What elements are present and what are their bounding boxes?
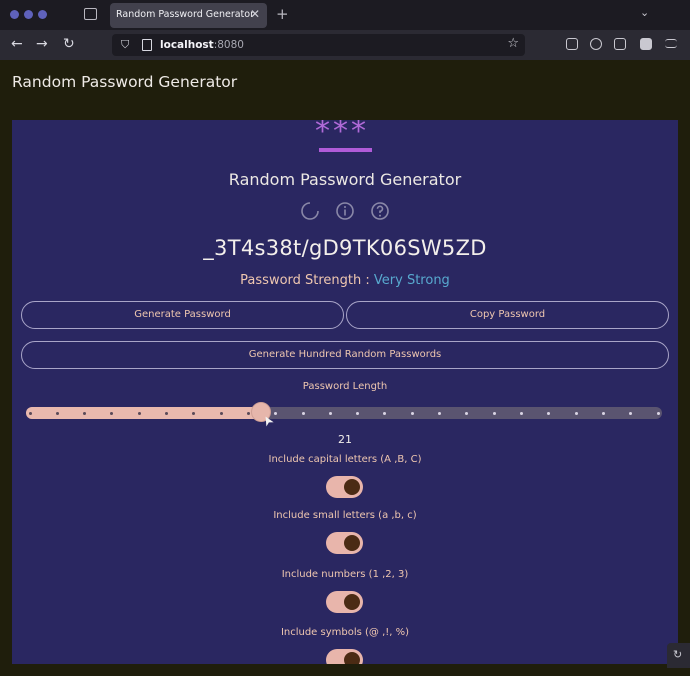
slider-tick: [465, 411, 469, 415]
reload-icon[interactable]: ↻: [63, 36, 75, 52]
password-strength: Password Strength : Very Strong: [12, 273, 678, 288]
browser-tab[interactable]: Random Password Generator ✕: [110, 3, 267, 28]
profile-icon[interactable]: [640, 38, 652, 50]
generate-password-button[interactable]: Generate Password: [21, 301, 344, 329]
browser-nav-bar: ← → ↻ ⛉ localhost:8080 ☆: [0, 30, 690, 60]
forward-icon[interactable]: →: [36, 36, 48, 52]
slider-tick: [574, 411, 578, 415]
toggle-knob: [344, 594, 360, 610]
close-icon[interactable]: ✕: [250, 7, 260, 21]
url-host: localhost: [160, 39, 214, 51]
window-maximize-dot[interactable]: [38, 10, 47, 19]
tab-groups-icon[interactable]: [84, 8, 97, 20]
browser-tab-strip: Random Password Generator ✕ + ⌄: [0, 0, 690, 30]
slider-tick: [137, 411, 141, 415]
history-icon: ↻: [673, 648, 683, 661]
slider-tick: [165, 411, 169, 415]
length-slider-fill: [26, 407, 261, 419]
url-bar[interactable]: ⛉ localhost:8080 ☆: [112, 34, 525, 56]
app-header: Random Password Generator: [0, 60, 690, 108]
slider-tick: [55, 411, 59, 415]
extensions-icon[interactable]: [614, 38, 626, 50]
new-tab-icon[interactable]: +: [276, 5, 289, 23]
length-slider[interactable]: [26, 407, 662, 419]
slider-tick: [438, 411, 442, 415]
toggle-knob: [344, 479, 360, 495]
option-symbols-toggle[interactable]: [326, 649, 363, 664]
strength-value: Very Strong: [373, 273, 450, 288]
card-title: Random Password Generator: [228, 170, 462, 189]
help-icon[interactable]: [370, 201, 390, 221]
slider-tick: [410, 411, 414, 415]
slider-tick: [192, 411, 196, 415]
slider-tick: [629, 411, 633, 415]
slider-tick: [356, 411, 360, 415]
slider-tick: [219, 411, 223, 415]
menu-icon[interactable]: [665, 39, 677, 48]
slider-tick: [83, 411, 87, 415]
option-symbols-label: Include symbols (@ ,!, %): [280, 627, 410, 638]
slider-tick: [601, 411, 605, 415]
toggle-knob: [344, 652, 360, 664]
url-port: :8080: [213, 39, 244, 51]
chevron-down-icon[interactable]: ⌄: [640, 6, 649, 19]
slider-tick: [656, 411, 660, 415]
window-controls[interactable]: [10, 10, 47, 19]
password-length-value: 21: [338, 433, 352, 446]
info-icon[interactable]: [335, 201, 355, 221]
slider-tick: [246, 411, 250, 415]
slider-tick: [28, 411, 32, 415]
password-length-label: Password Length: [302, 381, 388, 392]
option-small-toggle[interactable]: [326, 532, 363, 554]
corner-history-button[interactable]: ↻: [667, 643, 690, 668]
option-capital-label: Include capital letters (A ,B, C): [268, 454, 422, 465]
tab-title: Random Password Generator: [116, 9, 254, 20]
page-icon: [142, 39, 152, 51]
slider-tick: [492, 411, 496, 415]
option-numbers-toggle[interactable]: [326, 591, 363, 613]
option-numbers-label: Include numbers (1 ,2, 3): [281, 569, 409, 580]
logo-stars: ***: [315, 120, 369, 149]
window-minimize-dot[interactable]: [24, 10, 33, 19]
pocket-icon[interactable]: [566, 38, 578, 50]
logo-underline: [319, 148, 372, 152]
generated-password: _3T4s38t/gD9TK06SW5ZD: [203, 236, 487, 260]
url-text[interactable]: localhost:8080: [160, 39, 244, 51]
window-close-dot[interactable]: [10, 10, 19, 19]
slider-tick: [383, 411, 387, 415]
slider-tick: [274, 411, 278, 415]
option-capital-toggle[interactable]: [326, 476, 363, 498]
back-icon[interactable]: ←: [11, 36, 23, 52]
generator-card: *** Random Password Generator _3T4s38t/g…: [12, 120, 678, 664]
slider-tick: [547, 411, 551, 415]
toggle-knob: [344, 535, 360, 551]
slider-tick: [519, 411, 523, 415]
slider-tick: [301, 411, 305, 415]
shield-icon[interactable]: ⛉: [121, 38, 129, 52]
copy-password-button[interactable]: Copy Password: [346, 301, 669, 329]
account-icon[interactable]: [590, 38, 602, 50]
bookmark-star-icon[interactable]: ☆: [507, 36, 519, 51]
strength-label: Password Strength :: [240, 273, 374, 288]
option-small-label: Include small letters (a ,b, c): [273, 510, 417, 521]
app-title: Random Password Generator: [12, 73, 238, 91]
generate-hundred-button[interactable]: Generate Hundred Random Passwords: [21, 341, 669, 369]
slider-tick: [328, 411, 332, 415]
refresh-icon[interactable]: [300, 201, 320, 221]
